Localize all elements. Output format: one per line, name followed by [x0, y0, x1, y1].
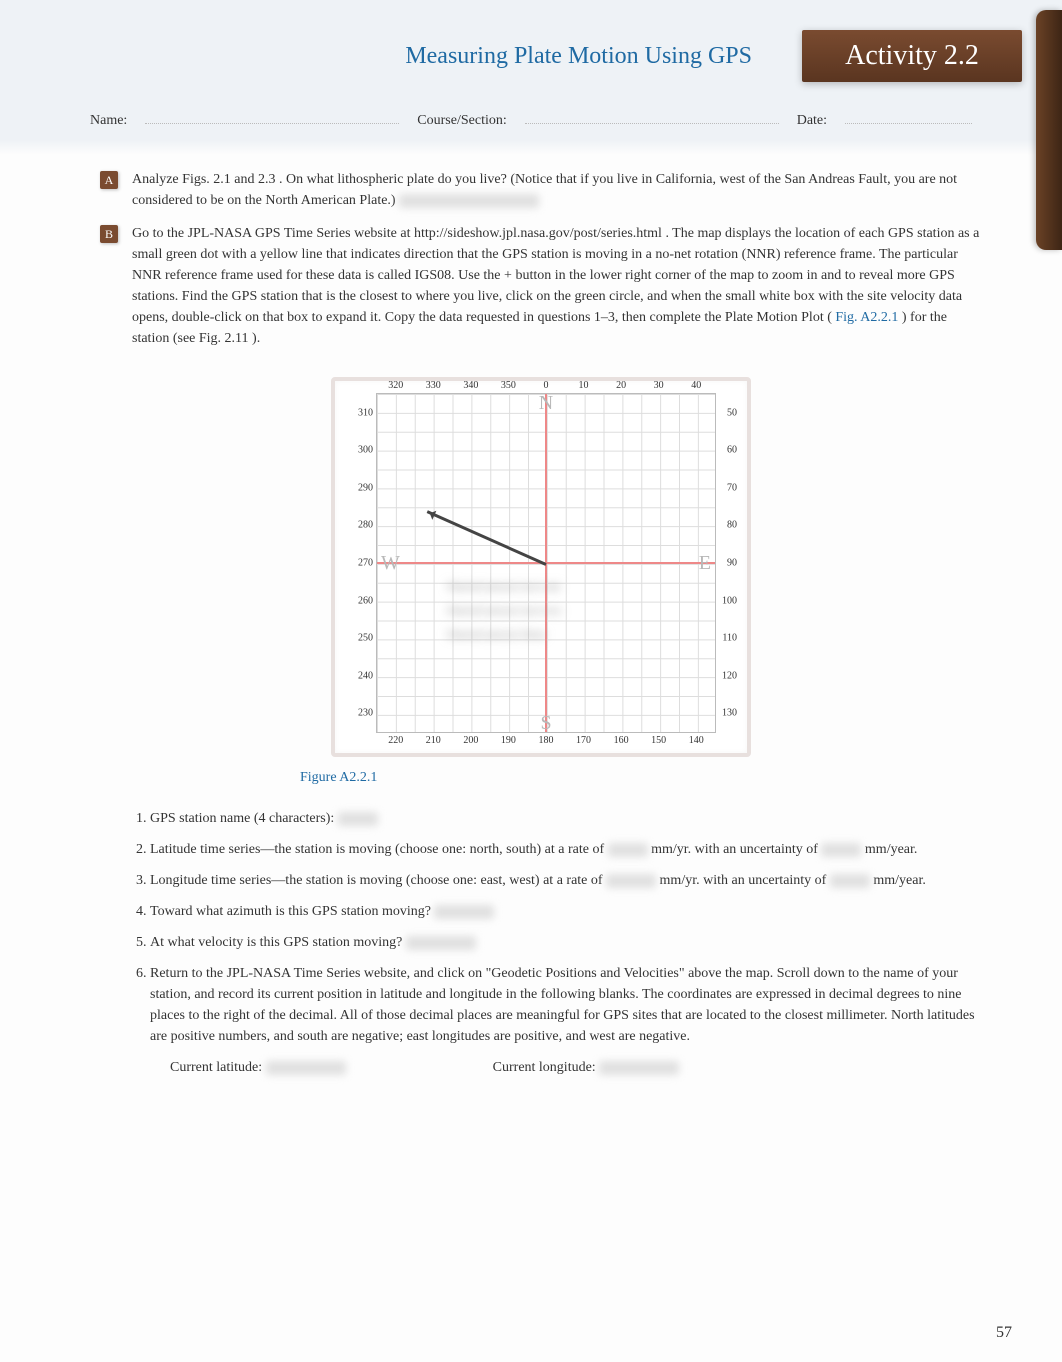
course-blank[interactable]: [525, 110, 779, 124]
q6: Return to the JPL-NASA Time Series websi…: [150, 963, 982, 1047]
page-title: Measuring Plate Motion Using GPS: [405, 43, 752, 70]
label-w: W: [381, 548, 400, 578]
gps-url: http://sideshow.jpl.nasa.gov/post/series…: [414, 226, 662, 241]
blur-annotations: blurred answer text one blurred answer t…: [428, 573, 562, 645]
activity-badge: Activity 2.2: [802, 30, 1022, 82]
q4: Toward what azimuth is this GPS station …: [150, 901, 982, 922]
question-list: GPS station name (4 characters): Latitud…: [130, 808, 982, 1047]
compass-grid: N S W E 320 330 340 350 0 10 20 30 40 50…: [376, 393, 716, 733]
answer-blur: [434, 905, 494, 919]
page: Measuring Plate Motion Using GPS Activit…: [0, 0, 1062, 1362]
q3: Longitude time series—the station is mov…: [150, 870, 982, 891]
section-a-body: Analyze Figs. 2.1 and 2.3 . On what lith…: [132, 169, 982, 211]
name-row: Name: Course/Section: Date:: [0, 92, 1062, 147]
header: Measuring Plate Motion Using GPS Activit…: [0, 0, 1062, 92]
answer-blur: [606, 874, 656, 888]
plate-motion-plot: N S W E 320 330 340 350 0 10 20 30 40 50…: [331, 377, 751, 757]
section-b-body: Go to the JPL-NASA GPS Time Series websi…: [132, 223, 982, 349]
content: A Analyze Figs. 2.1 and 2.3 . On what li…: [0, 147, 1062, 1078]
figure-label: Figure A2.2.1: [300, 767, 982, 788]
q2: Latitude time series—the station is movi…: [150, 839, 982, 860]
section-b: B Go to the JPL-NASA GPS Time Series web…: [100, 223, 982, 349]
answer-blur: [338, 812, 378, 826]
fig-link: Fig. A2.2.1: [835, 310, 898, 325]
current-position-row: Current latitude: Current longitude:: [170, 1057, 982, 1078]
date-blank[interactable]: [845, 110, 972, 124]
answer-blur: [821, 843, 861, 857]
answer-blur: [830, 874, 870, 888]
q5: At what velocity is this GPS station mov…: [150, 932, 982, 953]
section-a: A Analyze Figs. 2.1 and 2.3 . On what li…: [100, 169, 982, 211]
curr-lat-label: Current latitude:: [170, 1060, 262, 1075]
answer-blur: [399, 194, 539, 208]
motion-arrow: [427, 510, 547, 566]
answer-blur: [406, 936, 476, 950]
q1: GPS station name (4 characters):: [150, 808, 982, 829]
curr-lon-label: Current longitude:: [493, 1060, 596, 1075]
badge-b: B: [100, 225, 118, 243]
course-label: Course/Section:: [417, 113, 506, 129]
badge-a: A: [100, 171, 118, 189]
label-e: E: [699, 548, 711, 578]
name-label: Name:: [90, 113, 127, 129]
answer-blur: [608, 843, 648, 857]
side-tab: [1036, 10, 1062, 250]
answer-blur: [599, 1061, 679, 1075]
date-label: Date:: [797, 113, 827, 129]
name-blank[interactable]: [145, 110, 399, 124]
page-number: 57: [996, 1324, 1012, 1342]
answer-blur: [266, 1061, 346, 1075]
